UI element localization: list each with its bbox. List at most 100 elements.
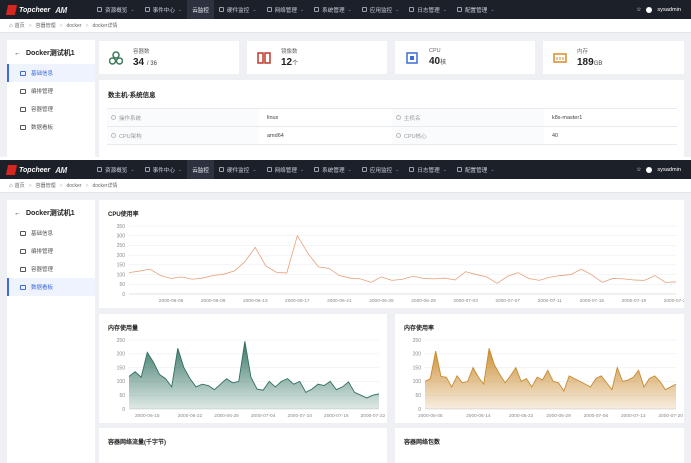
y-tick-label: 300	[117, 234, 126, 240]
y-tick-label: 0	[122, 292, 125, 298]
nav-item[interactable]: 资源概览 ⌄	[92, 0, 140, 19]
user-name[interactable]: sysadmin	[657, 7, 681, 13]
nav-item[interactable]: 硬件监控 ⌄	[214, 160, 262, 179]
chevron-down-icon: ⌄	[177, 6, 183, 13]
nav-item[interactable]: 网络管理 ⌄	[262, 160, 310, 179]
user-icon[interactable]	[646, 166, 653, 173]
x-tick-label: 2000-07-07	[495, 298, 520, 304]
x-tick-label: 2000-07-10	[287, 413, 312, 419]
home-icon[interactable]: ⌂	[9, 183, 13, 189]
sidebar-item-dashboard[interactable]: 数据看板	[7, 118, 95, 136]
sidebar: ← Docker测试机1 基础信息 编排管理 容器管理 数据看板	[7, 40, 95, 157]
x-tick-label: 2000-07-03	[453, 298, 478, 304]
nav-item-label: 事件中心	[152, 167, 175, 174]
nav-item-label: 应用监控	[369, 7, 393, 14]
x-tick-label: 2000-06-09	[201, 298, 226, 304]
breadcrumb: ⌂ 首页 > 容器管理 > docker > docker详情	[0, 179, 691, 193]
y-tick-label: 250	[117, 243, 126, 249]
x-tick-label: 2000-07-16	[324, 413, 349, 419]
series-area	[129, 341, 379, 409]
home-icon[interactable]: ⌂	[9, 23, 13, 29]
nav-item-icon	[97, 7, 102, 12]
app-logo[interactable]: Topcheer AM	[5, 4, 67, 16]
x-tick-label: 2000-07-15	[580, 298, 605, 304]
breadcrumb-current: docker详情	[92, 183, 118, 189]
y-tick-label: 200	[117, 352, 126, 358]
x-tick-label: 2000-07-23	[664, 298, 684, 304]
breadcrumb-item[interactable]: 容器管理	[36, 182, 56, 189]
sidebar-item-containers[interactable]: 容器管理	[7, 100, 95, 118]
monitor-icon	[20, 70, 26, 76]
stat-value: 40核	[429, 56, 446, 67]
breadcrumb-item[interactable]: 首页	[15, 182, 25, 189]
breadcrumb-item[interactable]: docker	[67, 183, 82, 189]
nav-item[interactable]: 应用监控 ⌄	[357, 0, 405, 19]
logo-mark-icon	[5, 5, 18, 15]
x-tick-label: 2000-06-22	[178, 413, 203, 419]
nav-item[interactable]: 配置管理 ⌄	[452, 0, 500, 19]
x-tick-label: 2000-06-15	[135, 413, 160, 419]
nav-item[interactable]: 硬件监控 ⌄	[214, 0, 262, 19]
stat-number: 189	[577, 57, 594, 68]
screen-dashboard: Topcheer AM 资源概览 ⌄ 事件中心 ⌄ 云监控 硬件监控 ⌄ 网络管理 ⌄ 系统管理 ⌄…	[0, 160, 691, 463]
sidebar-item-dashboard[interactable]: 数据看板	[7, 278, 95, 296]
back-arrow-icon[interactable]: ←	[14, 210, 21, 217]
breadcrumb-item[interactable]: 容器管理	[36, 22, 56, 29]
sidebar-item-label: 容器管理	[31, 107, 54, 113]
nav-item[interactable]: 配置管理 ⌄	[452, 160, 500, 179]
nav-item[interactable]: 事件中心 ⌄	[140, 0, 188, 19]
nav-item-icon	[266, 7, 272, 12]
chevron-down-icon: ⌄	[395, 6, 400, 13]
nav-item-icon	[456, 167, 462, 172]
nav-item[interactable]: 云监控	[187, 160, 214, 179]
cpu-usage-chart[interactable]: 0 50 100 150 200 250 300 350 2000-06-05 2000-06-0…	[99, 200, 684, 308]
nav-item[interactable]: 事件中心 ⌄	[140, 160, 188, 179]
memory-rate-panel: 内存使用率 0 50 100 150 200 250 2000-06-05 2000-06-1…	[395, 314, 684, 423]
back-arrow-icon[interactable]: ←	[14, 50, 21, 57]
chevron-down-icon: ⌄	[299, 166, 305, 173]
nav-item[interactable]: 日志管理 ⌄	[404, 0, 452, 19]
sidebar-item-orchestration[interactable]: 编排管理	[7, 82, 95, 100]
user-name[interactable]: sysadmin	[657, 167, 681, 173]
nav-item[interactable]: 应用监控 ⌄	[357, 160, 405, 179]
memory-rate-chart[interactable]: 0 50 100 150 200 250 2000-06-05 2000-06-14 2000-…	[395, 314, 684, 423]
sidebar-item-basic-info[interactable]: 基础信息	[7, 224, 95, 242]
nav-item-label: 硬件监控	[226, 7, 250, 14]
sidebar-item-containers[interactable]: 容器管理	[7, 260, 95, 278]
app-logo[interactable]: Topcheer AM	[5, 164, 67, 176]
breadcrumb-item[interactable]: docker	[67, 23, 82, 29]
stat-value: 189GB	[577, 57, 602, 68]
nav-item[interactable]: 云监控	[187, 0, 214, 19]
sidebar-item-orchestration[interactable]: 编排管理	[7, 242, 95, 260]
user-icon[interactable]	[646, 6, 653, 13]
nav-item[interactable]: 系统管理 ⌄	[309, 0, 357, 19]
x-tick-label: 2000-07-06	[584, 413, 609, 419]
stat-suffix: 核	[440, 60, 447, 66]
star-icon[interactable]: ☆	[636, 167, 641, 173]
nav-item-label: 日志管理	[417, 7, 440, 14]
memory-usage-chart[interactable]: 0 50 100 150 200 250 2000-06-15 2000-06-22 2000-…	[99, 314, 387, 423]
nav-item[interactable]: 资源概览 ⌄	[92, 160, 140, 179]
nav-item[interactable]: 系统管理 ⌄	[309, 160, 357, 179]
nav-item-label: 应用监控	[369, 167, 393, 174]
chevron-down-icon: ⌄	[490, 6, 495, 13]
info-key-text: CPU核心	[404, 133, 427, 140]
y-tick-label: 350	[117, 224, 126, 230]
star-icon[interactable]: ☆	[636, 7, 641, 13]
chevron-down-icon: ⌄	[177, 166, 183, 173]
y-tick-label: 150	[413, 365, 422, 371]
nav-item[interactable]: 网络管理 ⌄	[262, 0, 310, 19]
chevron-down-icon: ⌄	[442, 166, 447, 173]
info-key: CPU核心	[392, 127, 544, 144]
stat-label: CPU	[429, 48, 441, 54]
nav-item[interactable]: 日志管理 ⌄	[404, 160, 452, 179]
breadcrumb-item[interactable]: 首页	[15, 22, 25, 29]
stat-value: 12个	[281, 57, 298, 68]
nav-item-label: 云监控	[192, 7, 209, 14]
info-key-text: CPU架构	[119, 133, 142, 140]
top-navbar: Topcheer AM 资源概览 ⌄ 事件中心 ⌄ 云监控 硬件监控 ⌄ 网络管理 ⌄ 系统管理 ⌄…	[0, 0, 691, 19]
chevron-down-icon: ⌄	[442, 6, 447, 13]
sidebar-item-basic-info[interactable]: 基础信息	[7, 64, 95, 82]
y-tick-label: 200	[117, 253, 126, 259]
x-tick-label: 2000-06-29	[546, 413, 571, 419]
